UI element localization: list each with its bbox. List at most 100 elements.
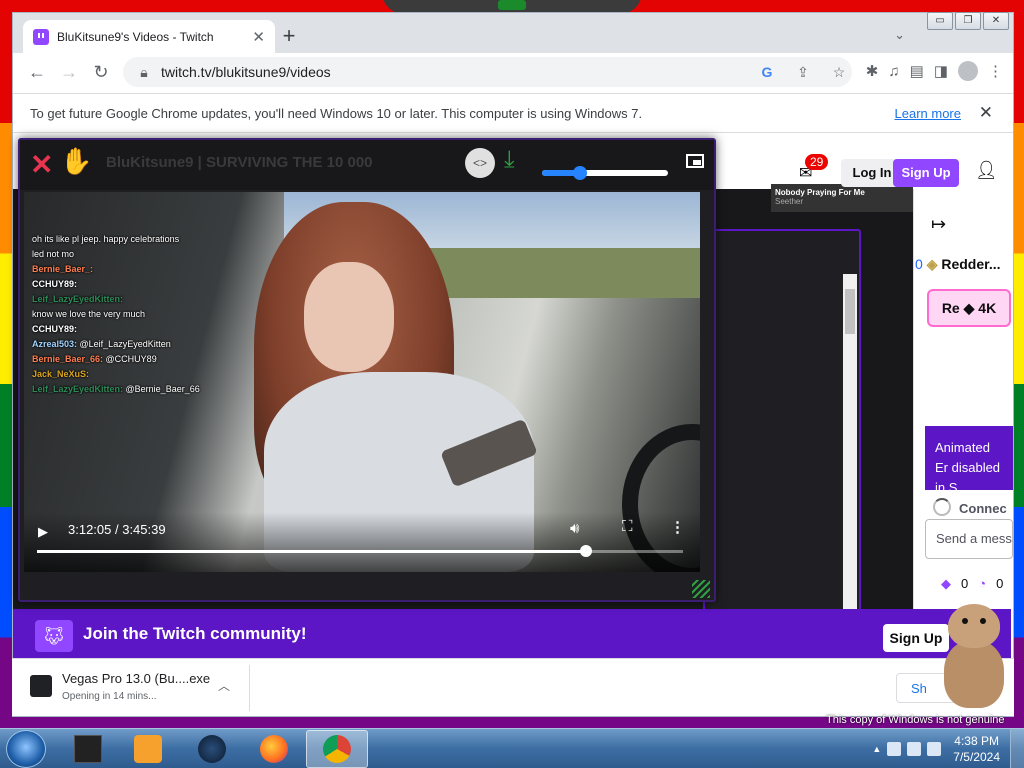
chat-username: Bernie_Baer_: [32,264,94,274]
speaker-icon[interactable] [927,742,942,756]
forward-icon[interactable]: → [53,62,85,83]
divider [249,665,250,711]
minimize-button[interactable]: ▭ [927,12,953,30]
chat-overlay-line: know we love the very much [32,307,232,322]
browser-tab[interactable]: BluKitsune9's Videos - Twitch ✕ [23,20,275,53]
clock-date: 7/5/2024 [953,750,1000,764]
chat-overlay-line: CCHUY89: [32,322,232,337]
chat-username: Bernie_Baer_66: [32,354,106,364]
download-filename[interactable]: Vegas Pro 13.0 (Bu....exe [62,671,210,686]
tab-close-icon[interactable]: ✕ [252,28,265,46]
chat-message: know we love the very much [32,309,146,319]
url-text[interactable]: twitch.tv/blukitsune9/videos [161,64,744,80]
star-icon[interactable]: ☆ [826,64,852,81]
new-tab-icon[interactable]: + [275,23,303,51]
chat-username: CCHUY89: [32,324,78,334]
twitch-logo-icon: 🐺︎ [35,620,73,652]
genuine-notice: This copy of Windows is not genuine [826,714,1005,726]
twitch-icon [33,28,49,45]
play-icon[interactable]: ▶ [38,524,48,540]
floating-video-player[interactable]: ✕ ✋ BluKitsune9 | SURVIVING THE 10 000 <… [18,138,716,602]
bits-icon: ◆ [941,576,951,591]
fullscreen-icon[interactable]: ⛶ [622,518,633,535]
tab-strip: BluKitsune9's Videos - Twitch ✕ + ⌄ ▭ ❐ … [13,12,1013,53]
channel-points-icon: ◈ [926,256,938,272]
playback-time: 3:12:05 / 3:45:39 [68,522,166,537]
sidebar-channel[interactable]: 0 ◈ Redder... [915,256,1001,273]
network-icon[interactable] [907,742,922,756]
more-icon[interactable]: ⋮ [670,518,685,536]
join-text: Join the Twitch community! [83,624,307,643]
download-status: Opening in 14 mins... [62,691,157,702]
volume-icon[interactable]: 🔊︎ [570,520,579,537]
close-icon[interactable]: ✕ [979,103,993,123]
maximize-button[interactable]: ❐ [955,12,981,30]
taskbar-app-terminal[interactable] [60,732,116,766]
collapse-icon[interactable]: ↦ [931,214,946,235]
start-button[interactable] [6,730,46,768]
system-tray: ▲ 4:38 PM 7/5/2024 [872,729,1014,768]
reload-icon[interactable]: ↻ [85,62,117,83]
profile-icon[interactable] [958,61,978,81]
reward-button[interactable]: Re ◆ 4K [927,289,1011,327]
thumbnail-subtitle: Seether [775,197,804,206]
bits-icon: ◆ [963,300,975,316]
taskbar-app-firefox[interactable] [246,732,302,766]
window-controls: ▭ ❐ ✕ [927,12,1009,30]
pip-icon[interactable] [686,154,704,168]
back-icon[interactable]: ← [21,62,53,83]
points-b: 0 [996,576,1004,591]
tab-title: BluKitsune9's Videos - Twitch [57,29,214,44]
sidebar-channel-name: Redder... [941,256,1001,272]
lock-icon[interactable]: 🔒︎ [137,64,151,81]
clock-time: 4:38 PM [954,734,999,748]
chat-overlay-line: Jack_NeXuS: [32,367,232,382]
download-icon[interactable]: ⤓ [504,146,515,174]
song-thumbnail[interactable]: Nobody Praying For Me Seether [771,184,913,212]
clock[interactable]: 4:38 PM 7/5/2024 [953,733,1000,765]
chat-message: @CCHUY89 [105,354,157,364]
reward-value: 4K [978,300,997,316]
chat-overlay-line: led not mo [32,247,232,262]
timer-icon: ◔ [978,576,987,591]
chat-overlay-line: Bernie_Baer_66: @CCHUY89 [32,352,232,367]
wave-hand-icon[interactable]: ✋ [60,146,92,177]
join-community-bar: Join the Twitch community! [13,609,1011,659]
chat-popout-panel [703,229,861,629]
address-bar[interactable]: 🔒︎ twitch.tv/blukitsune9/videos G ⇪ ☆ [123,57,852,87]
connecting-status: Connec [933,498,1007,516]
taskbar-app-chrome[interactable] [309,732,365,766]
reading-list-icon[interactable]: ▤ [910,62,924,80]
close-icon[interactable]: ✕ [30,148,53,181]
thumbnail-title: Nobody Praying For Me [775,188,865,197]
menu-icon[interactable]: ⋮ [988,62,1003,80]
tab-search-icon[interactable]: ⌄ [894,27,905,43]
taskbar-app-globe[interactable] [184,732,240,766]
chat-overlay: oh its like pl jeep. happy celebrations l… [32,232,232,552]
show-desktop-button[interactable] [1010,729,1024,768]
browser-toolbar: ← → ↻ 🔒︎ twitch.tv/blukitsune9/videos G … [13,53,1013,91]
media-icon[interactable]: ♫ [888,63,899,80]
signup-button[interactable]: Sign Up [893,159,959,187]
resize-handle[interactable] [692,580,710,598]
video-frame[interactable]: oh its like pl jeep. happy celebrations l… [24,192,700,572]
chat-username: Leif_LazyEyedKitten: [32,384,126,394]
user-icon[interactable]: 👤︎ [975,160,998,181]
learn-more-link[interactable]: Learn more [895,106,961,121]
google-icon[interactable]: G [754,64,780,80]
tray-app-icon[interactable] [887,742,902,756]
extensions-icon[interactable]: ✱ [866,62,879,80]
taskbar: ▲ 4:38 PM 7/5/2024 [0,728,1024,768]
chat-message-input[interactable]: Send a mess [925,519,1013,559]
taskbar-app-media[interactable] [120,732,176,766]
scrollbar-thumb[interactable] [845,289,855,334]
embed-icon[interactable]: <> [465,148,495,178]
tray-expand-icon[interactable]: ▲ [872,744,881,754]
close-window-button[interactable]: ✕ [983,12,1009,30]
volume-slider-knob[interactable] [573,166,587,180]
seek-bar-knob[interactable] [580,545,592,557]
share-icon[interactable]: ⇪ [790,64,816,81]
chevron-up-icon[interactable]: ︿ [218,677,230,694]
sidepanel-icon[interactable]: ◨ [934,62,948,80]
chat-overlay-line: Leif_LazyEyedKitten: [32,292,232,307]
